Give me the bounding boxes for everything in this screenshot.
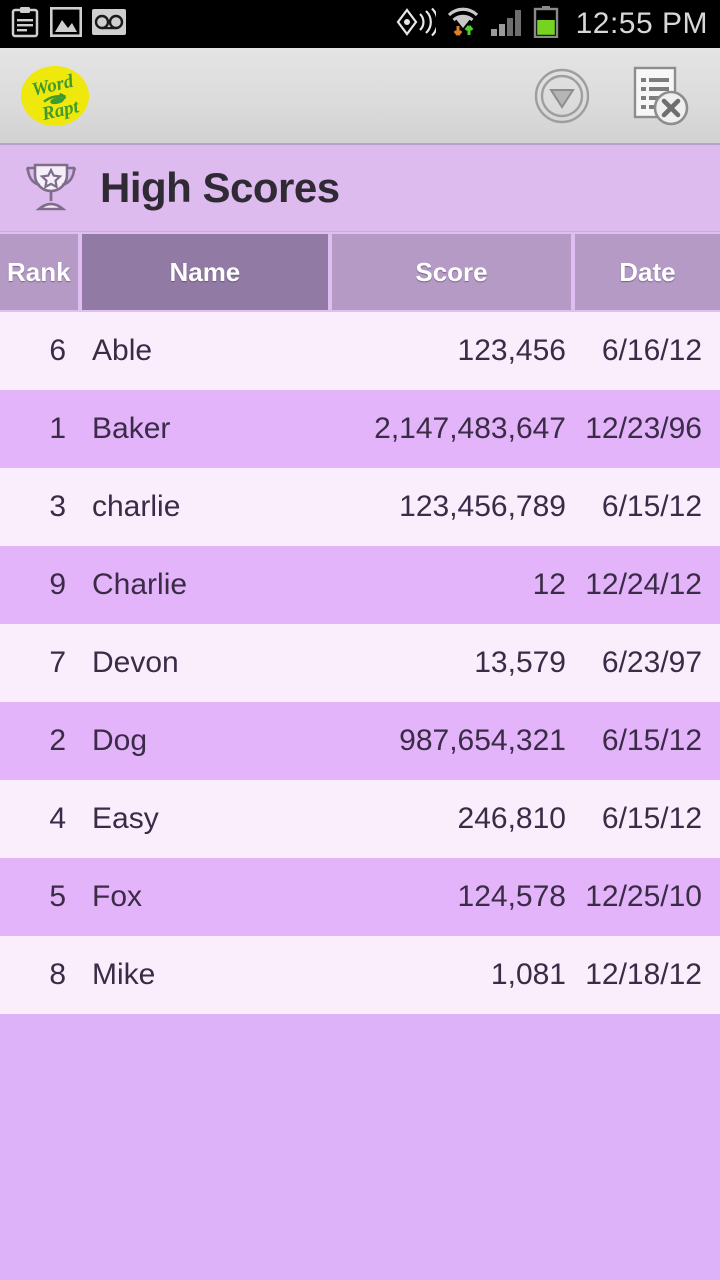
clear-list-button[interactable] (632, 66, 690, 126)
cell-score: 1,081 (490, 958, 566, 991)
app-bar-actions (534, 66, 704, 126)
cell-rank: 7 (49, 646, 66, 679)
page-title-bar: High Scores (0, 145, 720, 232)
status-bar-notification-icons (10, 6, 126, 43)
cellular-signal-icon (490, 7, 524, 42)
table-row[interactable]: 8 Mike 1,081 12/18/12 (0, 936, 720, 1014)
circle-chevron-down-icon (534, 68, 590, 127)
list-remove-icon (632, 66, 690, 129)
cell-score: 13,579 (474, 646, 566, 679)
cell-name: Baker (92, 412, 171, 445)
cell-rank: 9 (49, 568, 66, 601)
cell-name: Dog (92, 724, 148, 757)
status-bar-clock: 12:55 PM (575, 7, 708, 40)
voicemail-icon (92, 8, 126, 40)
column-header-rank[interactable]: Rank (0, 234, 78, 310)
table-row[interactable]: 5 Fox 124,578 12/25/10 (0, 858, 720, 936)
cell-name: Easy (92, 802, 159, 835)
word-rapt-logo[interactable]: Word Rapt (18, 63, 92, 129)
high-scores-list: 6 Able 123,456 6/16/12 1 Baker 2,147,483,647 12… (0, 312, 720, 1014)
cell-date: 6/15/12 (601, 490, 702, 523)
list-empty-area (0, 1014, 720, 1280)
cell-date: 6/23/97 (601, 646, 702, 679)
cell-score: 2,147,483,647 (374, 412, 566, 445)
cell-date: 6/15/12 (601, 724, 702, 757)
cell-date: 12/18/12 (585, 958, 702, 991)
table-row[interactable]: 9 Charlie 12 12/24/12 (0, 546, 720, 624)
cell-score: 246,810 (457, 802, 566, 835)
table-row[interactable]: 1 Baker 2,147,483,647 12/23/96 (0, 390, 720, 468)
clipboard-icon (10, 6, 40, 43)
gallery-image-icon (49, 6, 82, 42)
table-row[interactable]: 2 Dog 987,654,321 6/15/12 (0, 702, 720, 780)
cell-date: 12/24/12 (585, 568, 702, 601)
column-header-date[interactable]: Date (574, 234, 720, 310)
cell-score: 12 (532, 568, 566, 601)
cell-name: Mike (92, 958, 156, 991)
cell-date: 12/23/96 (585, 412, 702, 445)
battery-icon (533, 5, 559, 43)
cell-name: Charlie (92, 568, 188, 601)
cell-rank: 8 (49, 958, 66, 991)
cell-rank: 5 (49, 880, 66, 913)
cell-score: 123,456,789 (399, 490, 566, 523)
status-bar-system-icons: 12:55 PM (394, 5, 708, 43)
cell-rank: 6 (49, 334, 66, 367)
column-header-score[interactable]: Score (332, 234, 571, 310)
cell-rank: 1 (49, 412, 66, 445)
column-header-name[interactable]: Name (81, 234, 329, 310)
cell-date: 6/16/12 (601, 334, 702, 367)
table-column-headers: Rank Name Score Date (0, 232, 720, 312)
app-bar: Word Rapt (0, 48, 720, 145)
cell-date: 6/15/12 (601, 802, 702, 835)
cell-name: Fox (92, 880, 143, 913)
cell-score: 124,578 (457, 880, 566, 913)
table-row[interactable]: 4 Easy 246,810 6/15/12 (0, 780, 720, 858)
table-row[interactable]: 7 Devon 13,579 6/23/97 (0, 624, 720, 702)
cell-name: charlie (92, 490, 181, 523)
collapse-download-button[interactable] (534, 68, 590, 124)
trophy-icon (22, 157, 80, 220)
cell-score: 123,456 (457, 334, 566, 367)
cell-name: Able (92, 334, 153, 367)
cell-date: 12/25/10 (585, 880, 702, 913)
page-title: High Scores (100, 164, 340, 211)
table-row[interactable]: 3 charlie 123,456,789 6/15/12 (0, 468, 720, 546)
cell-name: Devon (92, 646, 179, 679)
cell-rank: 2 (49, 724, 66, 757)
wifi-icon (445, 6, 481, 43)
cell-rank: 4 (49, 802, 66, 835)
cell-rank: 3 (49, 490, 66, 523)
table-row[interactable]: 6 Able 123,456 6/16/12 (0, 312, 720, 390)
gps-location-icon (394, 7, 439, 42)
status-bar: 12:55 PM (0, 0, 720, 48)
cell-score: 987,654,321 (399, 724, 566, 757)
